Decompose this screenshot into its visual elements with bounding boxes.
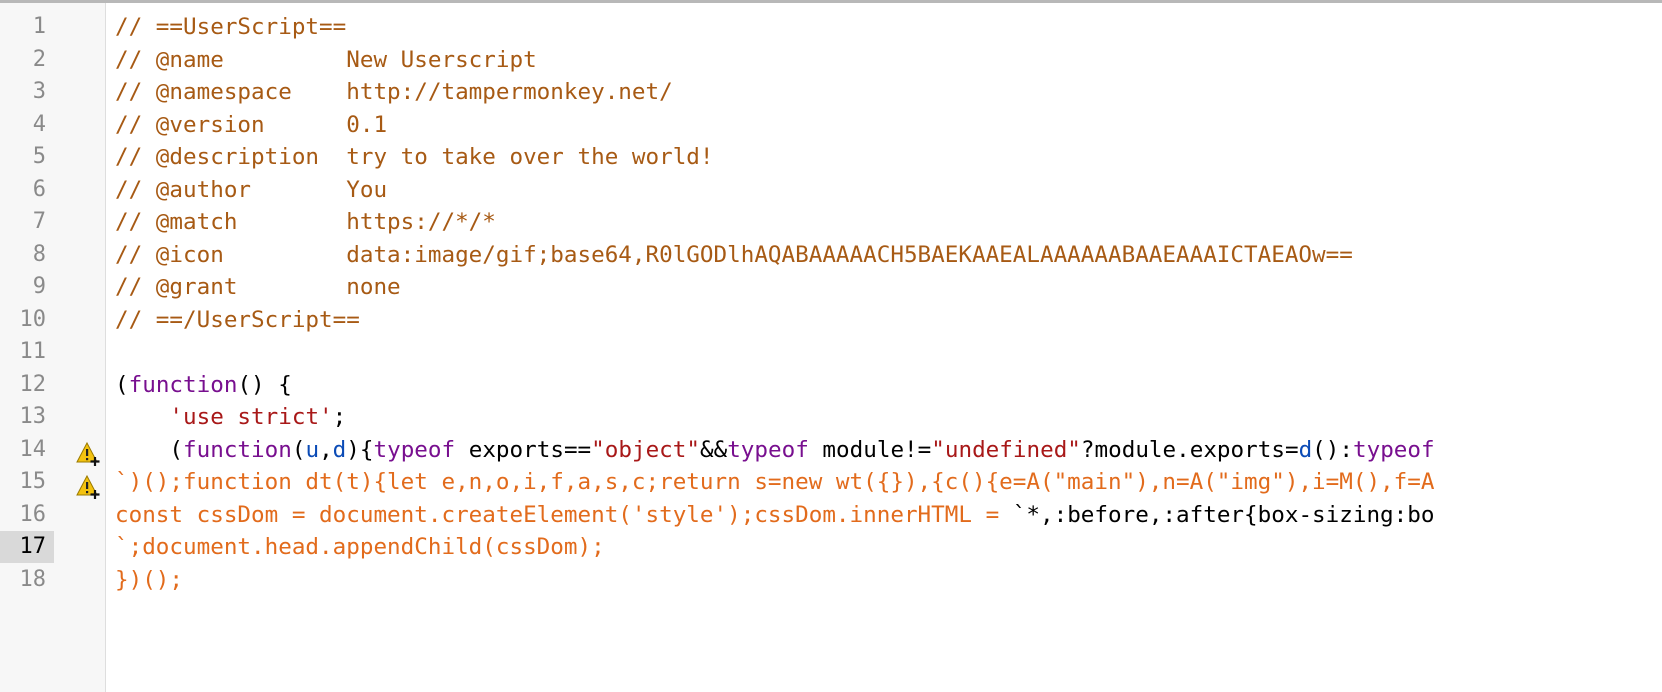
code-line[interactable]: // ==/UserScript== [115, 303, 360, 337]
line-number-active[interactable]: 17 [0, 531, 54, 563]
line-number[interactable]: 11 [0, 336, 54, 368]
code-token: && [699, 437, 728, 463]
code-line[interactable]: // @namespace http://tampermonkey.net/ [115, 75, 673, 109]
code-token: ?module.exports= [1080, 437, 1299, 463]
line-number[interactable]: 7 [0, 206, 54, 238]
code-line[interactable]: })(); [115, 563, 183, 597]
code-token: d [332, 437, 347, 463]
code-token: u [305, 437, 320, 463]
line-number[interactable]: 10 [0, 304, 54, 336]
code-token: () { [237, 372, 292, 398]
code-token: ( [291, 437, 306, 463]
code-token: typeof [373, 437, 456, 463]
code-line[interactable]: (function() { [115, 368, 292, 402]
code-token: *,:before,:after{box-sizing:bo [1026, 502, 1435, 528]
line-number[interactable]: 4 [0, 109, 54, 141]
line-number[interactable]: 9 [0, 271, 54, 303]
warning-icon[interactable] [76, 441, 102, 467]
code-token: d [1298, 437, 1313, 463]
code-line[interactable]: const cssDom = document.createElement('s… [115, 498, 1434, 532]
line-number[interactable]: 14 [0, 434, 54, 466]
warning-icon[interactable] [76, 474, 102, 500]
code-line[interactable]: // @icon data:image/gif;base64,R0lGODlhA… [115, 238, 1353, 272]
code-line[interactable]: // ==UserScript== [115, 10, 346, 44]
code-token: typeof [1352, 437, 1435, 463]
code-token: typeof [727, 437, 809, 463]
line-number[interactable]: 8 [0, 239, 54, 271]
code-line[interactable]: `)();function dt(t){let e,n,o,i,f,a,s,c;… [115, 465, 1434, 499]
code-token: function [183, 437, 292, 463]
code-line[interactable]: // @description try to take over the wor… [115, 140, 714, 174]
code-token: exports== [455, 437, 592, 463]
line-number[interactable]: 3 [0, 76, 54, 108]
code-token: ; [332, 404, 347, 430]
code-token: (): [1312, 437, 1353, 463]
line-number[interactable]: 5 [0, 141, 54, 173]
editor-top-border [0, 0, 1662, 3]
line-number[interactable]: 2 [0, 44, 54, 76]
line-number[interactable]: 6 [0, 174, 54, 206]
line-number[interactable]: 15 [0, 466, 54, 498]
line-number[interactable]: 16 [0, 499, 54, 531]
line-number[interactable]: 18 [0, 564, 54, 596]
code-token: , [319, 437, 333, 463]
code-line[interactable]: // @grant none [115, 270, 401, 304]
code-token: 'use strict' [169, 404, 333, 430]
code-line[interactable]: `;document.head.appendChild(cssDom); [115, 530, 605, 564]
code-line[interactable]: // @name New Userscript [115, 43, 537, 77]
code-token: const cssDom = document.createElement('s… [115, 502, 1013, 528]
code-line[interactable]: (function(u,d){typeof exports=="object"&… [115, 433, 1435, 467]
code-token: "object" [591, 437, 700, 463]
line-number[interactable]: 1 [0, 11, 54, 43]
code-token: ` [1012, 502, 1027, 528]
code-token: ( [115, 437, 184, 463]
code-token: ( [115, 372, 129, 398]
line-number[interactable]: 12 [0, 369, 54, 401]
code-token: module!= [808, 437, 932, 463]
line-number[interactable]: 13 [0, 401, 54, 433]
code-token: "undefined" [931, 437, 1081, 463]
code-line[interactable]: // @author You [115, 173, 387, 207]
code-line[interactable]: // @match https://*/* [115, 205, 496, 239]
code-line[interactable]: 'use strict'; [115, 400, 346, 434]
code-line[interactable]: // @version 0.1 [115, 108, 387, 142]
code-token: function [128, 372, 238, 398]
code-token: ){ [346, 437, 374, 463]
